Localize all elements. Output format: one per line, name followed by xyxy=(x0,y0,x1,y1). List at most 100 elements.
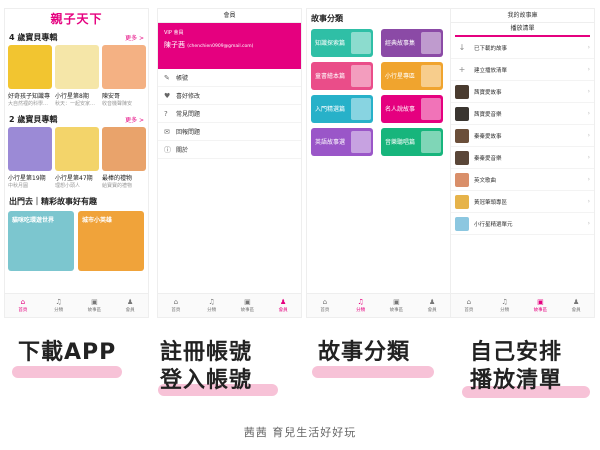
playlist-item[interactable]: 英文歌曲 › xyxy=(451,169,594,191)
screen-categories: 故事分類 知識探索篇 經典故事集 童書繪本篇 小行星專區 入門精選篇 名人說故事… xyxy=(306,8,451,318)
tab-home[interactable]: ⌂ 首頁 xyxy=(307,294,343,317)
caption-login: 登入帳號 xyxy=(160,368,253,393)
category-tile[interactable]: 童書繪本篇 xyxy=(311,62,373,90)
tab-story[interactable]: ▣ 故事區 xyxy=(523,294,559,317)
category-tile[interactable]: 知識探索篇 xyxy=(311,29,373,57)
screen-member: 會員 VIP 會員 陳子茜 (chenchien0909@gmail.com) … xyxy=(157,8,302,318)
chevron-right-icon: › xyxy=(587,88,590,95)
more-link[interactable]: 更多 > xyxy=(125,115,144,124)
menu-label: 喜好修改 xyxy=(176,93,201,100)
menu-account[interactable]: ✎ 帳號 xyxy=(158,69,301,87)
page-title: 我的故事庫 xyxy=(451,9,594,23)
playlist-item[interactable]: 黃冠筆頭專區 › xyxy=(451,191,594,213)
caption-playlist: 播放清單 xyxy=(470,368,563,393)
tab-home[interactable]: ⌂ 首頁 xyxy=(451,294,487,317)
music-icon: ♫ xyxy=(501,298,508,306)
tab-home[interactable]: ⌂ 首頁 xyxy=(5,294,41,317)
album-card[interactable]: 小行星第8期 秋天：一起安家… xyxy=(55,45,99,111)
playlist-item[interactable]: 秦秦愛音樂 › xyxy=(451,147,594,169)
tab-story[interactable]: ▣ 故事區 xyxy=(77,294,113,317)
user-icon: ♟ xyxy=(279,298,287,306)
user-icon: ♟ xyxy=(428,298,436,306)
chevron-right-icon: › xyxy=(587,44,590,51)
tab-playlist[interactable]: 播放清單 xyxy=(455,23,590,37)
category-art xyxy=(421,65,441,87)
category-tile[interactable]: 名人說故事 xyxy=(381,95,443,123)
playlist-thumb xyxy=(455,150,469,165)
tab-label: 故事區 xyxy=(389,308,404,313)
album-card[interactable]: 陳安哥 收音機聲陳安 xyxy=(102,45,146,111)
category-label: 音樂聽唱篇 xyxy=(385,139,416,146)
playlist-label: 黃冠筆頭專區 xyxy=(474,199,508,206)
category-tile[interactable]: 經典故事集 xyxy=(381,29,443,57)
page-title: 會員 xyxy=(158,9,301,23)
playlist-downloaded[interactable]: ↓ 已下載的故事 › xyxy=(451,37,594,59)
tab-category[interactable]: ♫ 分類 xyxy=(41,294,77,317)
page-title: 故事分類 xyxy=(311,14,343,23)
menu-about[interactable]: ⓘ 關於 xyxy=(158,141,301,159)
category-label: 英語故事選 xyxy=(315,139,346,146)
tab-label: 分類 xyxy=(207,308,217,313)
library-icon: ▣ xyxy=(393,298,400,306)
category-art xyxy=(421,32,441,54)
tab-label: 會員 xyxy=(125,308,135,313)
album-cover xyxy=(55,45,99,89)
album-title: 陳安哥 xyxy=(102,93,121,100)
category-tile[interactable]: 入門精選篇 xyxy=(311,95,373,123)
album-row: 小行星第19期 中秋月圓 小行星第47期 理想小頭人 最棒的禮物 給寶寶的禮物 xyxy=(5,127,148,193)
category-art xyxy=(351,32,371,54)
album-title: 好奇孩子知識專 xyxy=(8,93,51,100)
plus-icon: + xyxy=(458,64,466,74)
album-card[interactable]: 小行星第19期 中秋月圓 xyxy=(8,127,52,193)
tab-member[interactable]: ♟ 會員 xyxy=(558,294,594,317)
tab-member[interactable]: ♟ 會員 xyxy=(265,294,301,317)
featured-card[interactable]: 貓咪吃環遊世界 xyxy=(8,211,74,271)
chevron-right-icon: › xyxy=(587,154,590,161)
category-label: 名人說故事 xyxy=(385,106,416,113)
tab-category[interactable]: ♫ 分類 xyxy=(343,294,379,317)
tab-category[interactable]: ♫ 分類 xyxy=(194,294,230,317)
vip-banner[interactable]: VIP 會員 陳子茜 (chenchien0909@gmail.com) xyxy=(158,23,301,69)
album-title: 小行星第47期 xyxy=(55,175,93,182)
playlist-thumb xyxy=(455,194,469,209)
album-cover xyxy=(8,127,52,171)
featured-label: 城市小英雄 xyxy=(82,217,113,224)
playlist-create[interactable]: + 建立播放清單 › xyxy=(451,59,594,81)
tab-story[interactable]: ▣ 故事區 xyxy=(379,294,415,317)
tab-bar: ⌂ 首頁 ♫ 分類 ▣ 故事區 ♟ 會員 xyxy=(5,293,148,317)
category-tile[interactable]: 英語故事選 xyxy=(311,128,373,156)
chevron-right-icon: › xyxy=(587,220,590,227)
playlist-item[interactable]: 茜寶愛故事 › xyxy=(451,81,594,103)
home-icon: ⌂ xyxy=(173,298,179,306)
more-link[interactable]: 更多 > xyxy=(125,33,144,42)
category-tile[interactable]: 小行星專區 xyxy=(381,62,443,90)
playlist-item[interactable]: 秦秦愛故事 › xyxy=(451,125,594,147)
category-tile[interactable]: 音樂聽唱篇 xyxy=(381,128,443,156)
heart-icon: ♥ xyxy=(164,91,171,100)
album-card[interactable]: 最棒的禮物 給寶寶的禮物 xyxy=(102,127,146,193)
featured-card[interactable]: 城市小英雄 xyxy=(78,211,144,271)
info-icon: ⓘ xyxy=(164,145,171,154)
user-icon: ♟ xyxy=(572,298,580,306)
playlist-item[interactable]: 小行星精選單元 › xyxy=(451,213,594,235)
tab-member[interactable]: ♟ 會員 xyxy=(112,294,148,317)
home-icon: ⌂ xyxy=(20,298,26,306)
mail-icon: ✉ xyxy=(164,127,170,136)
menu-preferences[interactable]: ♥ 喜好修改 xyxy=(158,87,301,105)
album-card[interactable]: 好奇孩子知識專 大自然裡的科學… xyxy=(8,45,52,111)
playlist-label: 小行星精選單元 xyxy=(474,221,513,228)
playlist-item[interactable]: 茜寶愛音樂 › xyxy=(451,103,594,125)
user-email: chenchien0909@gmail.com xyxy=(189,44,252,49)
playlist-label: 秦秦愛音樂 xyxy=(474,155,502,162)
tab-member[interactable]: ♟ 會員 xyxy=(414,294,450,317)
tab-story[interactable]: ▣ 故事區 xyxy=(230,294,266,317)
menu-report[interactable]: ✉ 回報問題 xyxy=(158,123,301,141)
menu-faq[interactable]: ? 常見問題 xyxy=(158,105,301,123)
album-card[interactable]: 小行星第47期 理想小頭人 xyxy=(55,127,99,193)
playlist-label: 建立播放清單 xyxy=(474,67,508,74)
playlist-thumb xyxy=(455,128,469,143)
tab-category[interactable]: ♫ 分類 xyxy=(487,294,523,317)
tab-home[interactable]: ⌂ 首頁 xyxy=(158,294,194,317)
music-icon: ♫ xyxy=(55,298,62,306)
category-art xyxy=(421,131,441,153)
